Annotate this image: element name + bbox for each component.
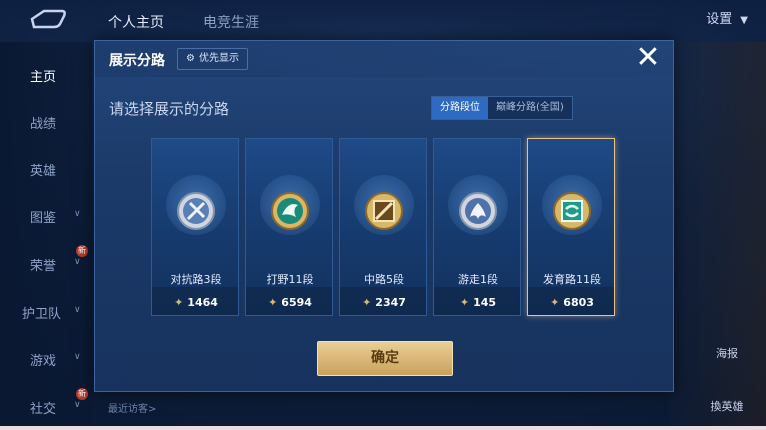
lane-card-jungle[interactable]: 打野11段 ✦ 6594 (245, 138, 333, 316)
poster-button[interactable]: 海报 (702, 345, 752, 361)
chevron-down-icon: ∨ (74, 352, 81, 362)
sidebar: 主页 战绩 英雄 图鉴 ∨ 荣誉新 ∨ 护卫队 ∨ 游戏 ∨ 社交新 ∨ (0, 42, 92, 430)
new-badge: 新 (76, 245, 88, 257)
lane-display-dialog: 展示分路 ⚙ 优先显示 ✕ 请选择展示的分路 分路段位 巅峰分路(全国) 对抗路… (94, 40, 674, 392)
gem-icon: ✦ (459, 296, 470, 309)
bottom-strip (0, 426, 766, 430)
dialog-title: 展示分路 (109, 53, 165, 69)
chevron-down-icon: ∨ (74, 257, 81, 267)
gem-icon: ✦ (174, 296, 184, 309)
card-lane-name: 对抗路3段 (170, 273, 222, 286)
card-lane-name: 打野11段 (266, 273, 314, 286)
roam-wings-icon (459, 192, 497, 230)
chevron-down-icon: ∨ (74, 305, 81, 315)
sidebar-item-home[interactable]: 主页 (0, 66, 92, 85)
tab-esports-career[interactable]: 电竞生涯 (203, 12, 259, 32)
chevron-down-icon: ∨ (74, 400, 81, 410)
lane-card-mid[interactable]: 中路5段 ✦ 2347 (339, 138, 427, 316)
lane-card-roam[interactable]: 游走1段 ✦ 145 (433, 138, 521, 316)
gem-icon: ✦ (268, 296, 278, 309)
priority-display-label: 优先显示 (198, 53, 239, 64)
back-arrow-icon[interactable] (22, 8, 66, 30)
sidebar-item-label: 图鉴 (30, 211, 57, 226)
close-icon[interactable]: ✕ (633, 43, 663, 73)
tab-lane-rank[interactable]: 分路段位 (432, 97, 488, 119)
card-lane-name: 中路5段 (364, 273, 404, 286)
sidebar-item-honor[interactable]: 荣誉 新 ∨ (0, 245, 92, 274)
jungle-dragon-icon (271, 192, 309, 230)
sword-icon (177, 192, 215, 230)
top-bar: 个人主页 电竞生涯 设置 ▼ (0, 0, 766, 42)
mid-lane-icon (365, 192, 403, 230)
new-badge: 新 (76, 388, 88, 400)
sidebar-item-label: 荣誉 (30, 259, 57, 274)
gem-icon: ✦ (550, 296, 560, 309)
sidebar-item-social[interactable]: 社交 新 ∨ (0, 388, 92, 417)
recent-visitors-link[interactable]: 最近访客> (108, 400, 156, 415)
card-lane-score: ✦ 1464 (152, 296, 240, 309)
settings-label: 设置 (706, 12, 733, 27)
card-lane-score: ✦ 145 (434, 296, 522, 309)
sidebar-item-label: 主页 (30, 70, 57, 85)
sidebar-item-guard[interactable]: 护卫队 ∨ (0, 303, 92, 322)
score-value: 6803 (563, 296, 594, 309)
card-lane-name: 发育路11段 (543, 273, 601, 286)
lane-card-list: 对抗路3段 ✦ 1464 打野11段 ✦ 6594 中路5段 ✦ 2347 游走… (151, 138, 621, 318)
lane-mode-tabs: 分路段位 巅峰分路(全国) (431, 96, 573, 120)
score-value: 1464 (187, 296, 218, 309)
lane-card-farm[interactable]: 发育路11段 ✦ 6803 (527, 138, 615, 316)
lane-card-top[interactable]: 对抗路3段 ✦ 1464 (151, 138, 239, 316)
score-value: 145 (473, 296, 497, 309)
change-hero-button[interactable]: 換英雄 (702, 398, 752, 414)
confirm-button[interactable]: 确定 (317, 341, 453, 376)
dialog-subtitle: 请选择展示的分路 (109, 100, 230, 118)
sidebar-item-game[interactable]: 游戏 ∨ (0, 350, 92, 369)
hero-background (670, 42, 766, 430)
sidebar-item-label: 英雄 (30, 164, 57, 179)
sidebar-item-record[interactable]: 战绩 (0, 113, 92, 132)
sidebar-item-gallery[interactable]: 图鉴 ∨ (0, 207, 92, 226)
card-lane-score: ✦ 6803 (528, 296, 616, 309)
chevron-down-icon: ∨ (74, 209, 81, 219)
priority-display-button[interactable]: ⚙ 优先显示 (177, 48, 248, 70)
caret-down-icon: ▼ (740, 15, 748, 26)
tab-peak-lane[interactable]: 巅峰分路(全国) (488, 97, 572, 119)
card-lane-score: ✦ 6594 (246, 296, 334, 309)
sidebar-item-label: 护卫队 (22, 307, 62, 322)
sidebar-item-heroes[interactable]: 英雄 (0, 160, 92, 179)
settings-button[interactable]: 设置 ▼ (706, 8, 748, 27)
sidebar-item-label: 社交 (30, 402, 57, 417)
score-value: 2347 (375, 296, 406, 309)
sidebar-item-label: 游戏 (30, 354, 57, 369)
sidebar-item-label: 战绩 (30, 117, 57, 132)
farm-lane-icon (553, 192, 591, 230)
score-value: 6594 (281, 296, 312, 309)
gem-icon: ✦ (362, 296, 372, 309)
card-lane-name: 游走1段 (458, 273, 498, 286)
tab-personal-home[interactable]: 个人主页 (108, 12, 164, 32)
gear-icon: ⚙ (186, 53, 195, 64)
card-lane-score: ✦ 2347 (340, 296, 428, 309)
